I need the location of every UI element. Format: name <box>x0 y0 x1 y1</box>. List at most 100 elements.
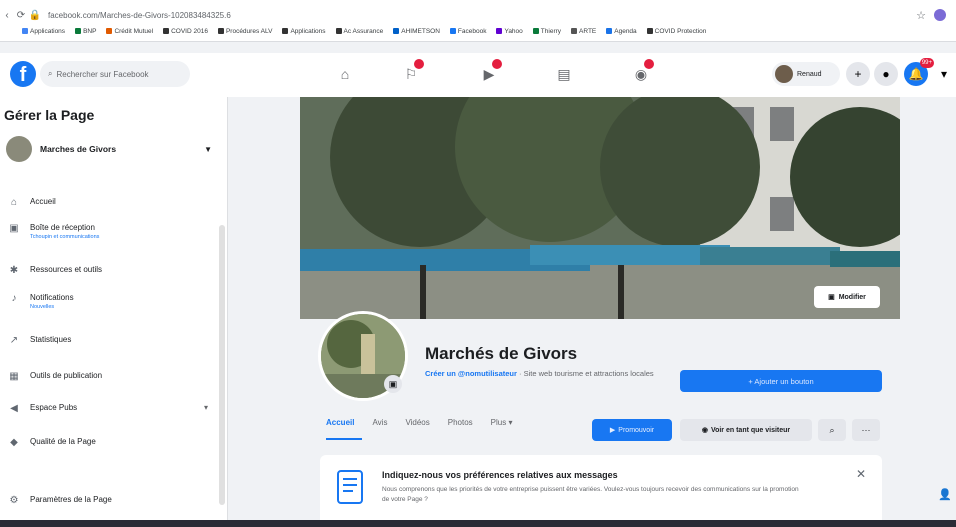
view-as-visitor-label: Voir en tant que visiteur <box>710 426 791 434</box>
tab-photos[interactable]: Photos <box>448 418 473 427</box>
tab-videos[interactable]: Vidéos <box>405 418 429 427</box>
groups-icon[interactable]: ◉ <box>630 59 654 85</box>
address-bar[interactable]: facebook.com/Marches-de-Givors-102083484… <box>48 11 231 20</box>
megaphone-icon: ▶ <box>609 427 616 434</box>
sidebar-item-resources[interactable]: ✱ Ressources et outils <box>8 265 208 277</box>
sidebar-item-settings[interactable]: ⚙ Paramètres de la Page <box>8 495 208 507</box>
more-icon: ··· <box>861 425 871 435</box>
bookmark-item[interactable]: COVID 2016 <box>163 24 208 38</box>
bookmark-item[interactable]: ARTE <box>571 24 596 38</box>
add-button-button[interactable]: + Ajouter un bouton <box>680 370 882 392</box>
sidebar-item-ads[interactable]: ◀ Espace Pubs ▾ <box>8 403 208 415</box>
bookmark-item[interactable]: Thierry <box>532 24 561 38</box>
card-title: Indiquez-nous vos préférences relatives … <box>382 470 618 480</box>
tab-accueil[interactable]: Accueil <box>326 418 354 427</box>
camera-icon[interactable]: ▣ <box>384 375 402 393</box>
bookmark-item[interactable]: Agenda <box>606 24 637 38</box>
reload-icon[interactable]: ⟳ <box>14 10 28 21</box>
sidebar-item-label: Notifications <box>30 293 74 302</box>
more-options-button[interactable]: ··· <box>852 419 880 441</box>
page-title: Marchés de Givors <box>425 344 578 363</box>
sidebar-item-label: Ressources et outils <box>30 265 103 274</box>
bell-icon: ♪ <box>11 293 17 304</box>
facebook-header: f ⌕ Rechercher sur Facebook ⌂ ⚐ ▶ ▤ ◉ Re… <box>0 53 956 97</box>
sidebar-item-label: Espace Pubs <box>30 403 78 412</box>
tab-more[interactable]: Plus ▾ <box>491 418 513 427</box>
bookmark-item[interactable]: Applications <box>282 24 326 38</box>
notification-dot <box>644 59 654 69</box>
user-name: Renaud <box>797 70 822 78</box>
bookmarks-bar: Applications BNP Crédit Mutuel COVID 201… <box>22 24 932 38</box>
flag-icon[interactable]: ⚐ <box>400 59 424 85</box>
marketplace-icon[interactable]: ▤ <box>553 63 575 85</box>
bookmark-item[interactable]: Facebook <box>449 24 486 38</box>
tools-icon: ✱ <box>9 265 19 276</box>
os-taskbar <box>0 520 956 527</box>
sidebar-item-notifications[interactable]: ♪ Notifications Nouvelles <box>8 293 208 310</box>
edit-cover-button[interactable]: ▣ Modifier <box>814 286 880 308</box>
promote-button[interactable]: ▶ Promouvoir <box>592 419 672 441</box>
bookmark-item[interactable]: Yahoo <box>496 24 523 38</box>
bookmark-star-icon[interactable]: ☆ <box>916 9 926 22</box>
chart-icon: ↗ <box>9 335 19 346</box>
search-icon: ⌕ <box>48 69 53 78</box>
bookmark-item[interactable]: Procédures ALV <box>217 24 272 38</box>
home-icon: ⌂ <box>10 197 18 208</box>
page-selector-name: Marches de Givors <box>40 144 117 154</box>
card-body: Nous comprenons que les priorités de vot… <box>382 486 799 503</box>
shield-icon: ◆ <box>10 437 18 448</box>
notifications-badge: 99+ <box>919 58 934 68</box>
notifications-button[interactable]: 🔔 99+ <box>904 58 934 86</box>
bookmark-item[interactable]: Ac Assurance <box>335 24 383 38</box>
bookmark-item[interactable]: COVID Protection <box>646 24 706 38</box>
page-selector[interactable]: Marches de Givors ▼ <box>6 135 218 163</box>
address-row: ‹ ⟳ 🔒 facebook.com/Marches-de-Givors-102… <box>0 6 956 24</box>
eye-icon: ◉ <box>701 427 708 434</box>
sidebar-title: Gérer la Page <box>4 107 95 123</box>
sidebar-item-statistics[interactable]: ↗ Statistiques <box>8 335 208 347</box>
manage-page-sidebar: Gérer la Page Marches de Givors ▼ ⌂ Accu… <box>0 97 228 527</box>
view-as-visitor-button[interactable]: ◉ Voir en tant que visiteur <box>680 419 812 441</box>
search-input[interactable]: ⌕ Rechercher sur Facebook <box>40 61 190 87</box>
sidebar-item-publishing-tools[interactable]: ▦ Outils de publication <box>8 371 208 383</box>
browser-profile-avatar[interactable] <box>934 9 946 21</box>
sidebar-item-sub: Nouvelles <box>30 304 55 310</box>
watch-icon[interactable]: ▶ <box>478 59 502 85</box>
page-category: · Site web tourisme et attractions local… <box>519 369 654 378</box>
back-icon[interactable]: ‹ <box>0 10 14 21</box>
form-icon <box>337 470 363 504</box>
create-button[interactable]: + <box>846 62 870 86</box>
account-menu-chevron-icon[interactable]: ▾ <box>934 62 954 86</box>
search-page-button[interactable]: ⌕ <box>818 419 846 441</box>
bookmark-item[interactable]: Applications <box>22 24 65 38</box>
people-icon[interactable]: 👤 <box>938 488 956 504</box>
sidebar-item-page-quality[interactable]: ◆ Qualité de la Page <box>8 437 208 449</box>
sidebar-item-sub: Tchoupin et communications <box>30 234 100 240</box>
page-avatar <box>6 136 32 162</box>
close-icon[interactable]: ✕ <box>856 467 866 481</box>
sidebar-scrollbar[interactable] <box>219 225 225 505</box>
sidebar-item-label: Statistiques <box>30 335 72 344</box>
search-placeholder: Rechercher sur Facebook <box>56 69 149 79</box>
active-tab-indicator <box>326 438 362 440</box>
camera-icon: ▣ <box>828 294 835 301</box>
avatar <box>775 65 793 83</box>
bookmark-item[interactable]: BNP <box>75 24 96 38</box>
tab-avis[interactable]: Avis <box>372 418 387 427</box>
edit-cover-label: Modifier <box>838 293 866 301</box>
notification-dot <box>492 59 502 69</box>
browser-chrome: ‹ ⟳ 🔒 facebook.com/Marches-de-Givors-102… <box>0 0 956 42</box>
create-username-link[interactable]: Créer un @nomutilisateur <box>425 369 517 378</box>
profile-shortcut[interactable]: Renaud <box>772 62 840 86</box>
sidebar-item-label: Qualité de la Page <box>30 437 96 446</box>
facebook-logo-icon[interactable]: f <box>10 61 36 87</box>
megaphone-icon: ◀ <box>10 403 18 414</box>
cover-photo <box>300 97 900 319</box>
bookmark-item[interactable]: AHIMETSON <box>393 24 440 38</box>
sidebar-item-inbox[interactable]: ▣ Boîte de réception Tchoupin et communic… <box>8 223 208 240</box>
messenger-icon[interactable]: ● <box>874 62 898 86</box>
home-icon[interactable]: ⌂ <box>334 63 356 85</box>
gear-icon: ⚙ <box>9 495 19 506</box>
sidebar-item-accueil[interactable]: ⌂ Accueil <box>8 197 208 209</box>
bookmark-item[interactable]: Crédit Mutuel <box>106 24 153 38</box>
